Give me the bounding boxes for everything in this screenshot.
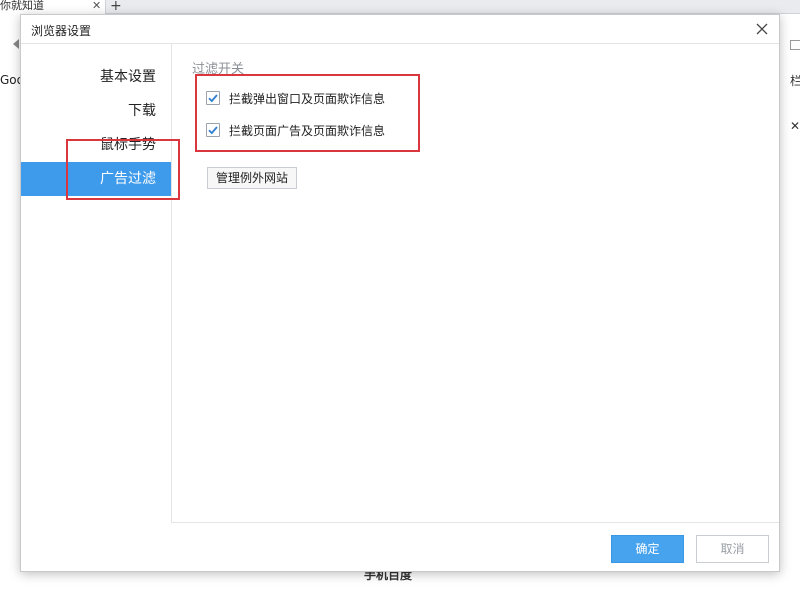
sidebar-item-basic-settings[interactable]: 基本设置: [21, 60, 171, 94]
browser-toolbar-button[interactable]: [790, 40, 800, 50]
browser-close-icon[interactable]: ✕: [790, 119, 800, 133]
options-highlight-box: [195, 74, 420, 152]
ok-button[interactable]: 确定: [611, 535, 684, 563]
back-arrow-icon[interactable]: [13, 39, 19, 49]
sidebar-highlight-box: [66, 139, 180, 200]
browser-tab-title: 你就知道: [0, 0, 44, 12]
sidebar-item-download[interactable]: 下载: [21, 94, 171, 128]
dialog-titlebar[interactable]: 浏览器设置: [21, 15, 779, 43]
close-icon[interactable]: [753, 20, 771, 38]
settings-sidebar: 基本设置 下载 鼠标手势 广告过滤: [21, 44, 172, 523]
tab-close-icon[interactable]: ✕: [92, 0, 101, 12]
dialog-footer: 确定 取消: [21, 523, 779, 571]
sidebar-item-label: 基本设置: [100, 69, 156, 85]
browser-tab-bar: 你就知道 ✕ +: [0, 0, 800, 14]
cancel-button[interactable]: 取消: [696, 535, 769, 563]
sidebar-item-label: 下载: [128, 103, 156, 119]
manage-exceptions-button[interactable]: 管理例外网站: [207, 167, 298, 189]
dialog-title: 浏览器设置: [31, 24, 92, 38]
browser-tab[interactable]: 你就知道 ✕: [0, 0, 106, 14]
browser-menu-label[interactable]: 栏: [790, 72, 800, 89]
new-tab-icon[interactable]: +: [110, 0, 122, 14]
